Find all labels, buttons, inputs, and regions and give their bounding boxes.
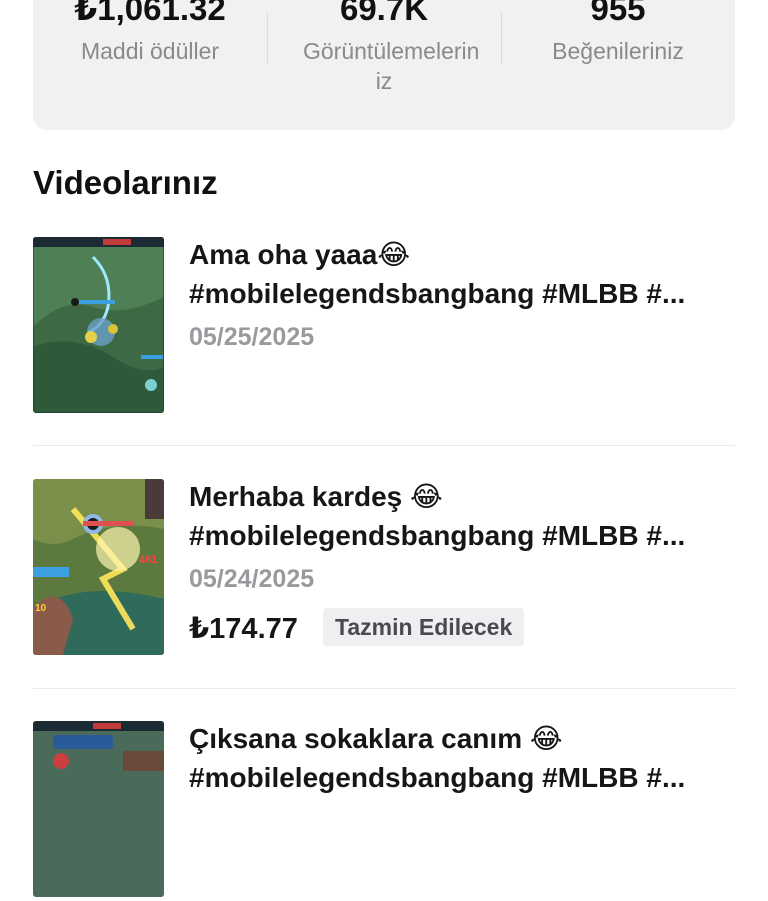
video-title-line2: #mobilelegendsbangbang #MLBB #...: [189, 762, 686, 793]
video-thumbnail[interactable]: [33, 237, 164, 413]
video-earnings: ₺174.77: [189, 613, 298, 645]
svg-text:481: 481: [139, 554, 157, 566]
video-title-line1: Ama oha yaaa😂: [189, 239, 411, 270]
divider: [33, 445, 735, 446]
stat-views-value: 69.7K: [339, 0, 429, 27]
stat-rewards-label: Maddi ödüller: [80, 38, 220, 64]
video-item[interactable]: Çıksana sokaklara canım 😂 #mobilelegends…: [33, 721, 735, 901]
video-title: Ama oha yaaa😂 #mobilelegendsbangbang #ML…: [189, 235, 735, 313]
video-title-line2: #mobilelegendsbangbang #MLBB #...: [189, 520, 686, 551]
video-title-line2: #mobilelegendsbangbang #MLBB #...: [189, 278, 686, 309]
stat-likes-label: Beğenileriniz: [552, 38, 684, 64]
stat-likes-value: 955: [590, 0, 646, 27]
video-thumbnail[interactable]: [33, 721, 164, 897]
divider: [33, 688, 735, 689]
video-item[interactable]: Ama oha yaaa😂 #mobilelegendsbangbang #ML…: [33, 237, 735, 417]
stats-card: ₺1,061.32 Maddi ödüller 69.7K Görüntülem…: [33, 0, 735, 130]
video-title-line1: Merhaba kardeş 😂: [189, 481, 443, 512]
video-date: 05/25/2025: [189, 323, 315, 351]
status-badge: Tazmin Edilecek: [323, 608, 525, 646]
video-title-line1: Çıksana sokaklara canım 😂: [189, 723, 563, 754]
svg-text:10: 10: [35, 603, 47, 614]
stat-views-label: Görüntülemelerin iz: [303, 38, 480, 94]
video-title: Çıksana sokaklara canım 😂 #mobilelegends…: [189, 719, 735, 797]
stat-rewards-value: ₺1,061.32: [74, 0, 226, 27]
video-thumbnail[interactable]: 481 10: [33, 479, 164, 655]
video-item[interactable]: 481 10 Merhaba kardeş 😂 #mobilelegendsba…: [33, 479, 735, 659]
video-date: 05/24/2025: [189, 565, 315, 593]
section-title: Videolarınız: [33, 164, 218, 201]
video-title: Merhaba kardeş 😂 #mobilelegendsbangbang …: [189, 477, 735, 555]
